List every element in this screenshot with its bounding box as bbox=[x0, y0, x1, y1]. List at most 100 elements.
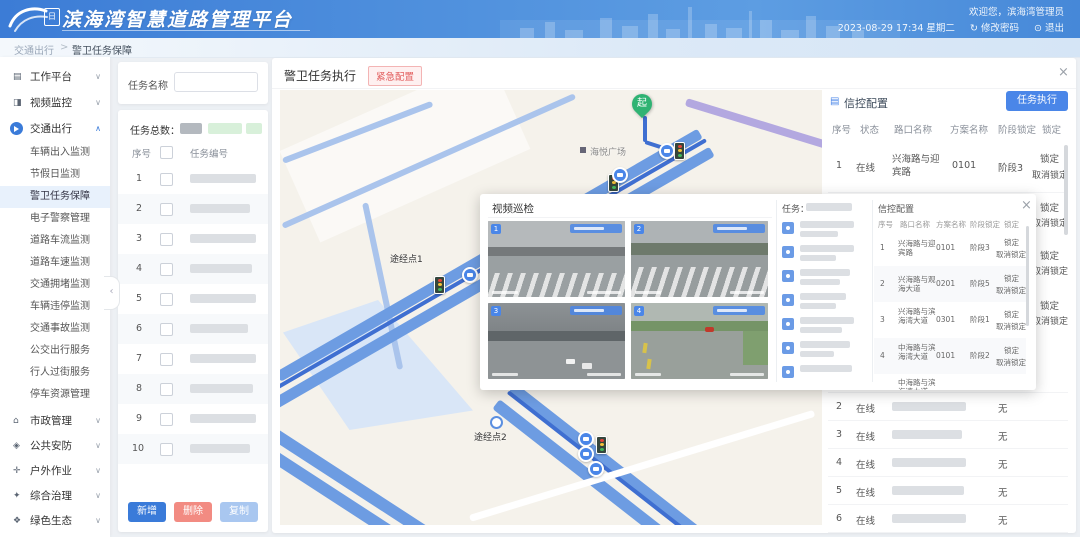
signal-row[interactable]: 1 在线 兴海路与迎宾路 0101 阶段3 锁定 取消锁定 bbox=[828, 140, 1068, 192]
row-checkbox[interactable] bbox=[160, 413, 173, 426]
task-row[interactable]: 9 bbox=[118, 404, 268, 434]
signal-row[interactable]: 5 在线 无 bbox=[828, 476, 1068, 505]
camera-marker-icon[interactable] bbox=[578, 431, 594, 447]
task-row[interactable]: 2 bbox=[118, 194, 268, 224]
unlock-link[interactable]: 取消锁定 bbox=[1032, 216, 1068, 229]
sidebar-sub-speed[interactable]: 道路车速监测 bbox=[0, 252, 110, 274]
sidebar-item-outdoor[interactable]: ✛ 户外作业 ∨ bbox=[0, 458, 110, 484]
row-checkbox[interactable] bbox=[160, 353, 173, 366]
lock-link[interactable]: 锁定 bbox=[1040, 200, 1059, 214]
sidebar-sub-congestion[interactable]: 交通拥堵监测 bbox=[0, 274, 110, 296]
unlock-link[interactable]: 取消锁定 bbox=[1032, 314, 1068, 327]
mini-row[interactable]: 1 兴海路与迎宾路 0101 阶段3 锁定 取消锁定 bbox=[874, 230, 1026, 266]
lock-link[interactable]: 锁定 bbox=[1040, 248, 1059, 262]
task-row[interactable]: 3 bbox=[118, 224, 268, 254]
select-all-checkbox[interactable] bbox=[160, 146, 173, 159]
mini-row[interactable]: 4 中海路与滨海湾大道 0101 阶段2 锁定 取消锁定 bbox=[874, 338, 1026, 374]
sidebar-item-traffic[interactable]: 交通出行 ∧ bbox=[0, 116, 110, 142]
row-checkbox[interactable] bbox=[160, 233, 173, 246]
delete-button[interactable]: 删除 bbox=[174, 502, 212, 522]
sidebar-sub-epolice[interactable]: 电子警察管理 bbox=[0, 208, 110, 230]
route-start-pin[interactable]: 起 bbox=[627, 90, 657, 119]
signal-row[interactable]: 6 在线 无 bbox=[828, 504, 1068, 533]
mini-scrollbar[interactable] bbox=[1026, 226, 1029, 326]
row-checkbox[interactable] bbox=[160, 323, 173, 336]
traffic-light-icon[interactable] bbox=[434, 276, 445, 294]
row-checkbox[interactable] bbox=[160, 173, 173, 186]
task-row[interactable]: 4 bbox=[118, 254, 268, 284]
sidebar-sub-accident[interactable]: 交通事故监测 bbox=[0, 318, 110, 340]
video-tile[interactable]: 3 bbox=[488, 303, 625, 379]
unlock-link[interactable]: 取消锁定 bbox=[996, 250, 1026, 259]
mini-row[interactable]: 3 兴海路与滨海湾大道 0301 阶段1 锁定 取消锁定 bbox=[874, 302, 1026, 338]
unlock-link[interactable]: 取消锁定 bbox=[1032, 264, 1068, 277]
sidebar-sub-flow[interactable]: 道路车流监测 bbox=[0, 230, 110, 252]
sidebar-sub-holiday[interactable]: 节假日监测 bbox=[0, 164, 110, 186]
traffic-light-icon[interactable] bbox=[674, 142, 685, 160]
copy-button[interactable]: 复制 bbox=[220, 502, 258, 522]
task-row[interactable]: 10 bbox=[118, 434, 268, 464]
row-checkbox[interactable] bbox=[160, 443, 173, 456]
task-execute-button[interactable]: 任务执行 bbox=[1006, 91, 1068, 111]
camera-marker-icon[interactable] bbox=[659, 143, 675, 159]
mini-row[interactable]: 2 兴海路与观海大道 0201 阶段5 锁定 取消锁定 bbox=[874, 266, 1026, 302]
row-checkbox[interactable] bbox=[160, 383, 173, 396]
unlock-link[interactable]: 取消锁定 bbox=[996, 286, 1026, 295]
camera-marker-icon[interactable] bbox=[462, 267, 478, 283]
task-name-input[interactable] bbox=[174, 72, 258, 92]
mini-row[interactable]: 中海路与滨海湾大道 bbox=[874, 374, 1026, 390]
sidebar-sub-illegal-parking[interactable]: 车辆违停监测 bbox=[0, 296, 110, 318]
task-row[interactable]: 5 bbox=[118, 284, 268, 314]
waypoint2-marker[interactable] bbox=[490, 416, 503, 429]
panel-close-icon[interactable]: × bbox=[1058, 66, 1069, 79]
unlock-link[interactable]: 取消锁定 bbox=[996, 358, 1026, 367]
lock-link[interactable]: 锁定 bbox=[1004, 274, 1019, 283]
table-scrollbar[interactable] bbox=[1064, 145, 1068, 235]
skyline-building bbox=[806, 16, 816, 38]
sidebar-item-video-monitor[interactable]: ◨ 视频监控 ∨ bbox=[0, 90, 110, 116]
sidebar-item-facility[interactable]: ▦ 设施管理 ∨ bbox=[0, 533, 110, 537]
change-password-link[interactable]: ↻ 修改密码 bbox=[970, 23, 1019, 34]
lock-link[interactable]: 锁定 bbox=[1040, 298, 1059, 312]
camera-marker-icon[interactable] bbox=[588, 461, 604, 477]
signal-row[interactable]: 3 在线 无 bbox=[828, 420, 1068, 449]
row-checkbox[interactable] bbox=[160, 263, 173, 276]
lock-link[interactable]: 锁定 bbox=[1004, 238, 1019, 247]
lock-link[interactable]: 锁定 bbox=[1004, 310, 1019, 319]
sidebar-sub-pedestrian[interactable]: 行人过街服务 bbox=[0, 362, 110, 384]
sidebar-sub-parking-res[interactable]: 停车资源管理 bbox=[0, 384, 110, 406]
sidebar-item-governance[interactable]: ✦ 综合治理 ∨ bbox=[0, 483, 110, 509]
sidebar-sub-vehicle-inout[interactable]: 车辆出入监测 bbox=[0, 142, 110, 164]
task-row[interactable]: 1 bbox=[118, 164, 268, 194]
camera-marker-icon[interactable] bbox=[612, 167, 628, 183]
video-tile[interactable]: 4 bbox=[631, 303, 768, 379]
sidebar-sub-bus-service[interactable]: 公交出行服务 bbox=[0, 340, 110, 362]
task-row[interactable]: 7 bbox=[118, 344, 268, 374]
sidebar-item-municipal[interactable]: ⌂ 市政管理 ∨ bbox=[0, 408, 110, 434]
camera-marker-icon[interactable] bbox=[578, 446, 594, 462]
logout-link[interactable]: ⊙ 退出 bbox=[1034, 23, 1064, 34]
add-button[interactable]: 新增 bbox=[128, 502, 166, 522]
sidebar-item-public-security[interactable]: ◈ 公共安防 ∨ bbox=[0, 433, 110, 459]
popup-close-icon[interactable]: × bbox=[1021, 199, 1032, 212]
signal-row[interactable]: 2 在线 无 bbox=[828, 392, 1068, 421]
lock-link[interactable]: 锁定 bbox=[1040, 151, 1059, 165]
redacted-status-badge bbox=[246, 123, 262, 134]
lock-link[interactable]: 锁定 bbox=[1004, 346, 1019, 355]
row-checkbox[interactable] bbox=[160, 203, 173, 216]
unlock-link[interactable]: 取消锁定 bbox=[1032, 168, 1068, 181]
row-checkbox[interactable] bbox=[160, 293, 173, 306]
task-row[interactable]: 6 bbox=[118, 314, 268, 344]
urgent-config-badge[interactable]: 紧急配置 bbox=[368, 66, 423, 86]
video-tile[interactable]: 1 bbox=[488, 221, 625, 297]
sidebar-sub-guard-task[interactable]: 警卫任务保障 bbox=[0, 186, 110, 208]
signal-row[interactable]: 4 在线 无 bbox=[828, 448, 1068, 477]
sidebar-item-ecology[interactable]: ❖ 绿色生态 ∨ bbox=[0, 508, 110, 534]
sidebar-item-workbench[interactable]: ▤ 工作平台 ∨ bbox=[0, 64, 110, 90]
sidebar-collapse-handle[interactable]: ‹ bbox=[104, 276, 120, 310]
breadcrumb-parent[interactable]: 交通出行 bbox=[14, 42, 54, 57]
traffic-light-icon[interactable] bbox=[596, 436, 607, 454]
video-tile[interactable]: 2 bbox=[631, 221, 768, 297]
task-row[interactable]: 8 bbox=[118, 374, 268, 404]
unlock-link[interactable]: 取消锁定 bbox=[996, 322, 1026, 331]
